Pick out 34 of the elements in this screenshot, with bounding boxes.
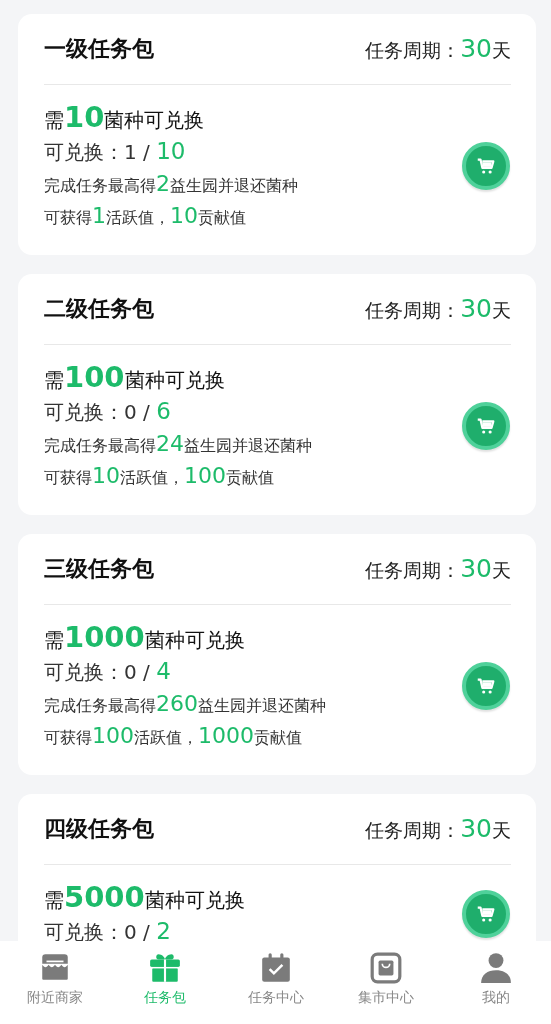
reward-text: 完成任务最高得24益生园并退还菌种 [44,430,312,458]
period-text: 任务周期：30天 [365,34,511,64]
period-text: 任务周期：30天 [365,554,511,584]
requirement-text: 需10菌种可兑换 [44,99,206,135]
tab-bar-item[interactable]: 任务包 [110,941,221,1024]
exchange-count: 可兑换：0 / 6 [44,397,172,426]
package-title: 四级任务包 [44,815,154,843]
exchange-count: 可兑换：0 / 4 [44,657,172,686]
requirement-text: 需5000菌种可兑换 [44,879,245,915]
package-title: 二级任务包 [44,295,154,323]
requirement-text: 需100菌种可兑换 [44,359,226,395]
cart-button[interactable] [462,401,510,450]
points-text: 可获得100活跃值，1000贡献值 [44,722,303,750]
package-title: 一级任务包 [44,35,154,63]
tab-bar-item[interactable]: 附近商家 [0,941,111,1024]
cart-button[interactable] [462,889,510,938]
tab-bar-item[interactable]: 我的 [440,941,551,1024]
person-icon [478,951,513,985]
period-text: 任务周期：30天 [365,294,511,324]
exchange-count: 可兑换：1 / 10 [44,137,187,166]
reward-text: 完成任务最高得260益生园并退还菌种 [44,690,326,718]
cart-button[interactable] [462,661,510,710]
requirement-text: 需1000菌种可兑换 [44,619,246,655]
cart-button[interactable] [462,141,510,190]
shopping-bag-icon [368,951,403,985]
period-text: 任务周期：30天 [365,814,511,844]
package-title: 三级任务包 [44,555,154,583]
tab-bar-item[interactable]: 任务中心 [220,941,331,1024]
exchange-count: 可兑换：0 / 2 [44,917,172,941]
points-text: 可获得1活跃值，10贡献值 [44,202,247,230]
tab-bar-item[interactable]: 集市中心 [330,941,441,1024]
reward-text: 完成任务最高得2益生园并退还菌种 [44,170,298,198]
gift-icon [148,951,183,985]
points-text: 可获得10活跃值，100贡献值 [44,462,275,490]
